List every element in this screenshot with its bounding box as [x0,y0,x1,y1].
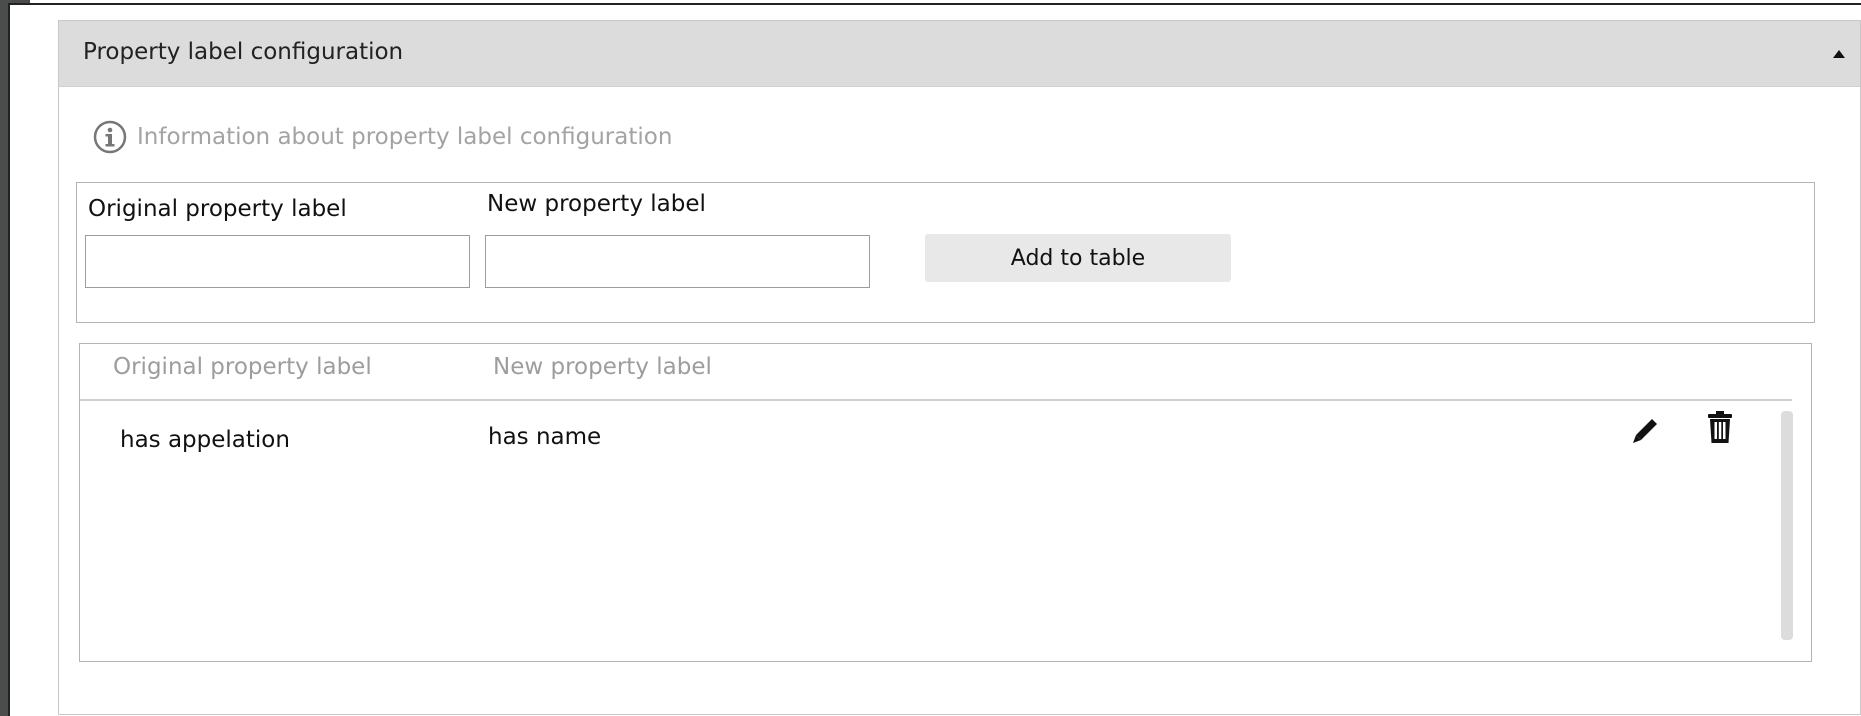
add-to-table-button[interactable]: Add to table [925,234,1231,282]
info-row: Information about property label configu… [93,117,672,157]
info-text[interactable]: Information about property label configu… [137,124,672,150]
column-header-new[interactable]: New property label [493,354,712,380]
table-scrollbar[interactable] [1781,411,1793,640]
property-label-configuration-panel: Property label configuration Information… [58,20,1861,715]
add-label-form: Original property label New property lab… [76,182,1815,323]
original-label-field-label: Original property label [88,196,347,222]
new-property-label-input[interactable] [485,235,870,288]
panel-header[interactable]: Property label configuration [59,21,1860,87]
table-body: has appelation has name [80,401,1792,661]
column-header-original[interactable]: Original property label [113,354,372,380]
table-header: Original property label New property lab… [80,344,1792,401]
pencil-icon[interactable] [1630,413,1660,447]
original-property-label-input[interactable] [85,235,470,288]
cell-new-label: has name [488,424,602,450]
info-circle-icon[interactable] [93,120,127,154]
trash-icon[interactable] [1705,410,1735,444]
table-row[interactable]: has appelation has name [80,401,1792,461]
new-label-field-label: New property label [487,191,706,217]
caret-up-icon[interactable] [1833,50,1845,58]
property-label-table: Original property label New property lab… [79,343,1812,662]
cell-original-label: has appelation [120,427,290,453]
content-frame: Property label configuration Information… [8,3,1861,716]
panel-title: Property label configuration [83,39,404,65]
